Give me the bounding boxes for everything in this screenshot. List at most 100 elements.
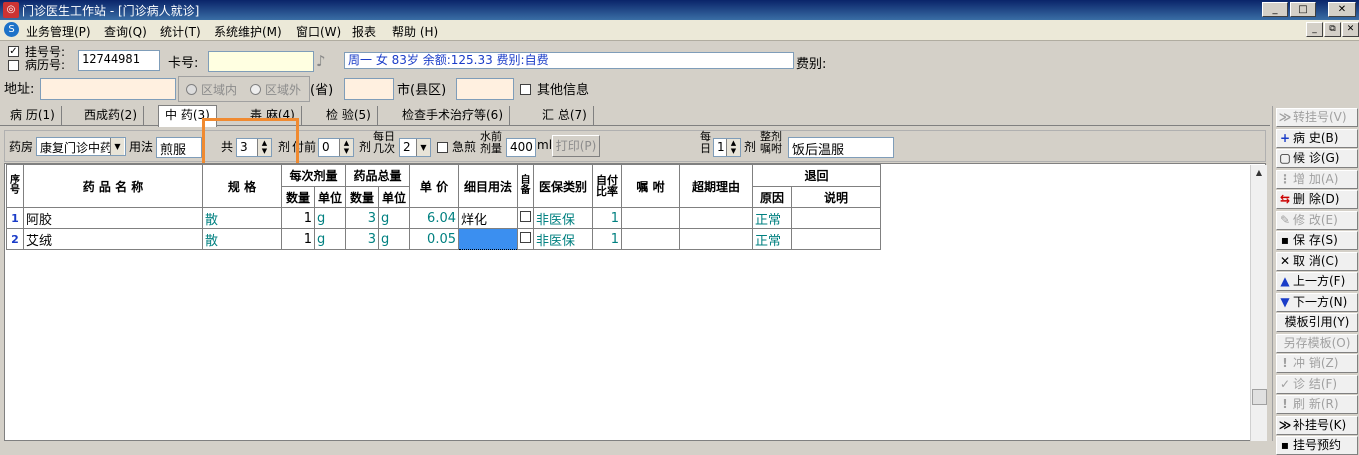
reg-appointment-button[interactable]: ▪ 挂号预约 <box>1276 436 1358 455</box>
minimize-button[interactable]: _ <box>1262 2 1288 17</box>
pharmacy-dropdown-icon[interactable]: ▼ <box>110 138 124 155</box>
usage-input[interactable]: 煎服 <box>156 137 202 158</box>
other-info-label: 其他信息 <box>537 83 590 98</box>
template-use-button[interactable]: 模板引用(Y) <box>1276 313 1358 332</box>
print-button[interactable]: 打印(P) <box>552 135 600 157</box>
card-reader-icon[interactable]: ♪ <box>316 52 326 70</box>
col-return: 退回 <box>752 164 881 187</box>
pencil-icon: ✎ <box>1279 212 1291 227</box>
prev-prescription-button[interactable]: ▲ 上一方(F) <box>1276 272 1358 291</box>
col-per-dose: 每次剂量 <box>281 164 346 187</box>
delete-button[interactable]: ⇆ 删 除(D) <box>1276 190 1358 209</box>
self-checkbox[interactable] <box>517 228 534 250</box>
urgent-checkbox[interactable] <box>437 142 448 153</box>
refresh-button[interactable]: ! 刷 新(R) <box>1276 395 1358 414</box>
tab-lab-test[interactable]: 检 验(5) <box>320 106 378 125</box>
table-row[interactable]: 1 阿胶 散 1 g 3 g 6.04 烊化 非医保 1 正常 <box>6 207 881 229</box>
total-unit: g <box>378 207 410 229</box>
cancel-button[interactable]: ✕ 取 消(C) <box>1276 251 1358 271</box>
menu-business[interactable]: 业务管理(P) <box>26 23 91 40</box>
record-no-checkbox[interactable] <box>8 60 19 71</box>
side-button-label: 增 加(A) <box>1293 171 1339 186</box>
supplement-reg-button[interactable]: ≫ 补挂号(K) <box>1276 415 1358 435</box>
tab-western-medicine[interactable]: 西成药(2) <box>78 106 144 125</box>
scroll-up-icon[interactable]: ▲ <box>1251 165 1267 181</box>
method-selected-cell[interactable] <box>458 228 518 250</box>
drug-spec[interactable]: 散 <box>202 207 282 229</box>
note-cell[interactable] <box>621 228 680 250</box>
drug-spec[interactable]: 散 <box>202 228 282 250</box>
transfer-reg-button[interactable]: ≫ 转挂号(V) <box>1276 108 1358 127</box>
col-dose-qty: 数量 <box>281 186 315 208</box>
before-spinner[interactable]: ▲ ▼ <box>339 139 353 156</box>
diagnosis-end-button[interactable]: ✓ 诊 结(F) <box>1276 374 1358 394</box>
menu-help[interactable]: 帮助 (H) <box>392 23 438 40</box>
area-in-radio[interactable] <box>186 84 197 95</box>
per-day-spinner[interactable]: ▲ ▼ <box>726 139 740 156</box>
province-input[interactable] <box>344 78 394 100</box>
mdi-restore-button[interactable]: ⧉ <box>1324 22 1341 37</box>
edit-button[interactable]: ✎ 修 改(E) <box>1276 210 1358 230</box>
city-input[interactable] <box>456 78 514 100</box>
mdi-minimize-button[interactable]: _ <box>1306 22 1323 37</box>
tab-medical-record[interactable]: 病 历(1) <box>4 106 62 125</box>
card-label: 卡号: <box>168 56 199 71</box>
save-template-button[interactable]: 另存模板(O) <box>1276 333 1358 353</box>
dots-icon: ⋮ <box>1279 171 1291 186</box>
tab-exam-surgery[interactable]: 检查手术治疗等(6) <box>396 106 510 125</box>
menu-system[interactable]: 系统维护(M) <box>214 23 282 40</box>
waiting-button[interactable]: ▢ 候 诊(G) <box>1276 149 1358 168</box>
scroll-thumb[interactable] <box>1252 389 1267 405</box>
dose-qty[interactable]: 1 <box>281 228 315 250</box>
record-no-input[interactable]: 12744981 <box>78 50 160 71</box>
drug-name[interactable]: 阿胶 <box>23 207 203 229</box>
card-input[interactable] <box>208 51 314 72</box>
save-button[interactable]: ▪ 保 存(S) <box>1276 231 1358 250</box>
reg-no-checkbox[interactable]: ✓ <box>8 46 19 57</box>
city-label: 市(县区) <box>397 83 447 98</box>
close-button[interactable]: ✕ <box>1328 2 1356 17</box>
col-seq: 序号 <box>6 164 24 208</box>
whole-note-input[interactable]: 饭后温服 <box>788 137 894 158</box>
self-checkbox[interactable] <box>517 207 534 229</box>
address-input[interactable] <box>40 78 176 100</box>
menu-statistics[interactable]: 统计(T) <box>160 23 201 40</box>
method[interactable]: 烊化 <box>458 207 518 229</box>
tab-summary[interactable]: 汇 总(7) <box>536 106 594 125</box>
insurance-type: 非医保 <box>533 207 593 229</box>
col-price: 单 价 <box>409 164 459 208</box>
col-self: 自备 <box>517 164 534 208</box>
next-prescription-button[interactable]: ▼ 下一方(N) <box>1276 292 1358 312</box>
maximize-button[interactable]: □ <box>1290 2 1316 17</box>
vertical-scrollbar[interactable]: ▲ <box>1250 165 1267 441</box>
area-out-radio[interactable] <box>250 84 261 95</box>
water-label-2: 剂量 <box>480 142 502 155</box>
whole-label-2: 嘱咐 <box>760 142 782 155</box>
water-input[interactable]: 400 <box>506 138 536 157</box>
dose-label-3: 剂 <box>744 140 757 154</box>
drug-name[interactable]: 艾绒 <box>23 228 203 250</box>
history-button[interactable]: + 病 史(B) <box>1276 128 1358 148</box>
add-button[interactable]: ⋮ 增 加(A) <box>1276 169 1358 189</box>
overlimit-cell[interactable] <box>679 228 753 250</box>
menu-window[interactable]: 窗口(W) <box>296 23 341 40</box>
window-title: 门诊医生工作站 - [门诊病人就诊] <box>22 4 200 18</box>
daily-dropdown-icon[interactable]: ▼ <box>416 139 430 156</box>
overlimit-cell[interactable] <box>679 207 753 229</box>
note-cell[interactable] <box>621 207 680 229</box>
menu-report[interactable]: 报表 <box>352 23 376 40</box>
side-button-label: 取 消(C) <box>1293 253 1339 268</box>
mdi-close-button[interactable]: ✕ <box>1342 22 1359 37</box>
water-label-1: 水前 <box>480 130 502 143</box>
table-row[interactable]: 2 艾绒 散 1 g 3 g 0.05 非医保 1 正常 <box>6 228 881 250</box>
col-desc: 说明 <box>791 186 881 208</box>
reverse-button[interactable]: ! 冲 销(Z) <box>1276 354 1358 373</box>
return-desc[interactable] <box>791 207 881 229</box>
other-info-checkbox[interactable] <box>520 84 531 95</box>
whole-label-1: 整剂 <box>760 130 782 143</box>
return-desc[interactable] <box>791 228 881 250</box>
double-arrow-icon: ≫ <box>1278 110 1292 124</box>
app-menu-icon[interactable]: S <box>4 22 19 37</box>
menu-query[interactable]: 查询(Q) <box>104 23 147 40</box>
dose-qty[interactable]: 1 <box>281 207 315 229</box>
